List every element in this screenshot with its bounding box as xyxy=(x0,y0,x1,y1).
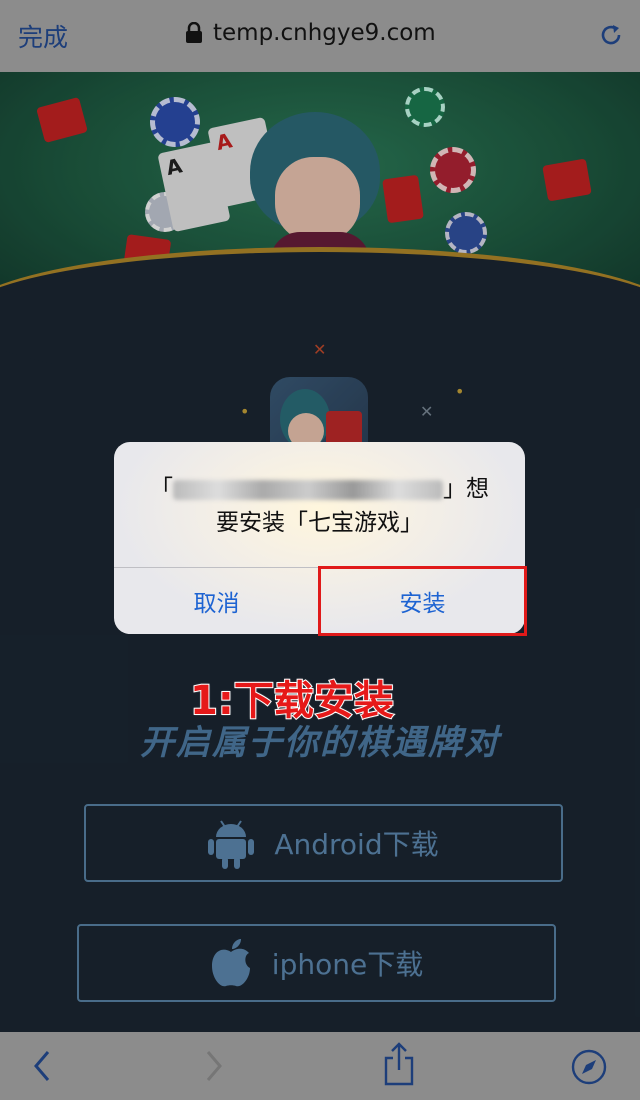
forward-icon[interactable] xyxy=(202,1048,226,1084)
dialog-message: 「 」想 要安装「七宝游戏」 xyxy=(114,472,525,540)
cancel-button[interactable]: 取消 xyxy=(114,567,319,634)
browser-top-bar: 完成 temp.cnhgye9.com xyxy=(0,0,640,72)
browser-bottom-toolbar xyxy=(0,1032,640,1100)
done-button[interactable]: 完成 xyxy=(18,18,68,54)
share-icon[interactable] xyxy=(383,1042,415,1086)
reload-icon[interactable] xyxy=(598,22,624,48)
compass-icon[interactable] xyxy=(570,1048,608,1086)
dialog-message-line2: 要安装「七宝游戏」 xyxy=(216,510,423,536)
address-bar[interactable]: temp.cnhgye9.com xyxy=(185,20,436,46)
redacted-domain xyxy=(173,479,443,500)
dialog-message-prefix: 「 xyxy=(150,476,173,502)
back-icon[interactable] xyxy=(30,1048,54,1084)
dialog-message-suffix: 」想 xyxy=(443,476,489,502)
install-highlight-box xyxy=(318,566,527,636)
lock-icon xyxy=(186,22,202,43)
step-annotation: 1:下载安装 xyxy=(189,677,395,725)
url-text: temp.cnhgye9.com xyxy=(213,20,436,46)
